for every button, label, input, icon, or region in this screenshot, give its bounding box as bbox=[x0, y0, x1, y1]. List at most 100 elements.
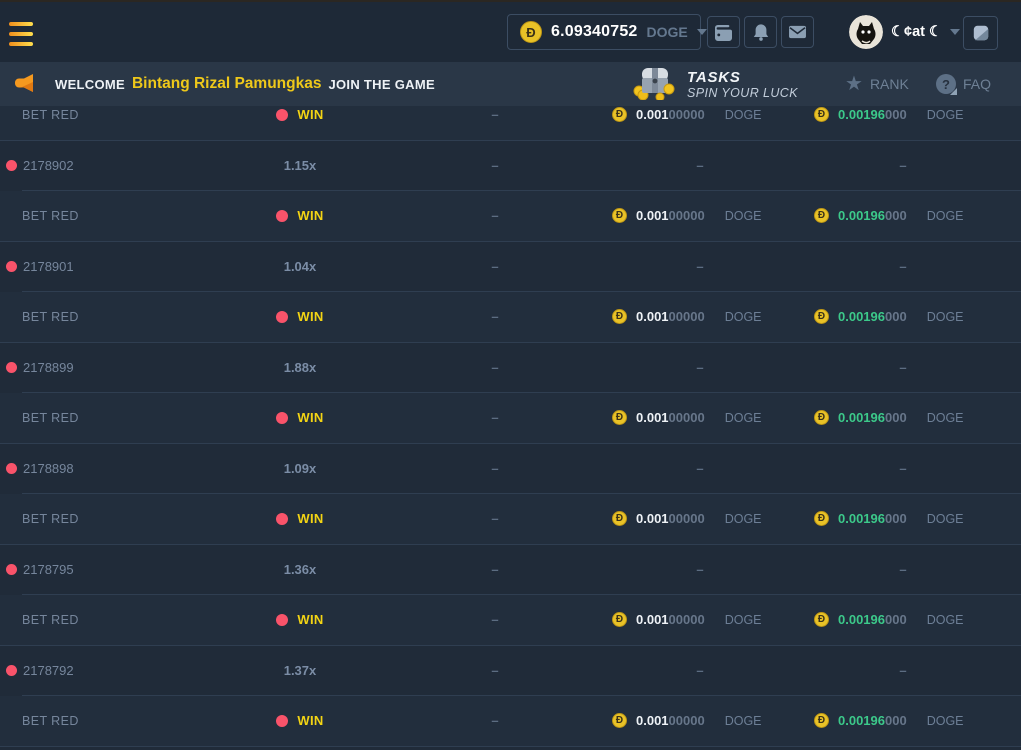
bet-label: BET RED bbox=[22, 411, 79, 425]
round-multiplier-cell: 1.36x bbox=[240, 562, 360, 577]
bets-table-viewport[interactable]: BET REDWIN–Đ0.00100000DOGEĐ0.00196000DOG… bbox=[0, 106, 1021, 750]
bet-label: BET RED bbox=[22, 310, 79, 324]
dash-placeholder: – bbox=[899, 158, 906, 173]
doge-coin-icon: Đ bbox=[814, 208, 829, 223]
welcome-message: WELCOME Bintang Rizal Pamungkas JOIN THE… bbox=[55, 62, 435, 106]
round-row[interactable]: 21787951.36x––– bbox=[0, 545, 1021, 595]
wallet-button[interactable] bbox=[707, 16, 740, 48]
chevron-down-icon bbox=[697, 29, 707, 35]
rank-link[interactable]: ★ RANK bbox=[845, 62, 909, 106]
dash-placeholder: – bbox=[491, 107, 498, 122]
amount-main: 0.00196 bbox=[838, 107, 885, 122]
envelope-icon bbox=[788, 24, 807, 40]
messages-button[interactable] bbox=[781, 16, 814, 48]
bet-label-cell: BET RED bbox=[0, 613, 240, 627]
round-row[interactable]: 21789011.04x––– bbox=[0, 242, 1021, 292]
empty-cell: – bbox=[360, 259, 600, 274]
bet-label: BET RED bbox=[22, 512, 79, 526]
amount-value: 0.00100000 bbox=[636, 511, 705, 526]
amount-value: 0.00100000 bbox=[636, 309, 705, 324]
amount-trailing-zeros: 00000 bbox=[669, 713, 705, 728]
dash-placeholder: – bbox=[491, 259, 498, 274]
user-menu[interactable]: ☾¢at ☾ bbox=[849, 15, 960, 49]
dash-placeholder: – bbox=[899, 562, 906, 577]
welcome-prefix: WELCOME bbox=[55, 77, 125, 92]
tasks-link[interactable]: TASKS SPIN YOUR LUCK bbox=[630, 64, 798, 104]
rank-label: RANK bbox=[870, 76, 909, 92]
amount-main: 0.001 bbox=[636, 410, 669, 425]
amount-trailing-zeros: 000 bbox=[885, 208, 907, 223]
wager-cell: Đ0.00100000DOGE bbox=[600, 107, 800, 122]
notifications-button[interactable] bbox=[744, 16, 777, 48]
bet-row[interactable]: BET REDWIN–Đ0.00100000DOGEĐ0.00196000DOG… bbox=[0, 696, 1021, 746]
support-chat-button[interactable] bbox=[963, 16, 998, 50]
amount-value: 0.00100000 bbox=[636, 208, 705, 223]
empty-cell: – bbox=[800, 259, 1021, 274]
doge-coin-icon: Đ bbox=[612, 309, 627, 324]
empty-cell: – bbox=[800, 562, 1021, 577]
doge-coin-icon: Đ bbox=[814, 511, 829, 526]
round-id-cell: 2178898 bbox=[0, 461, 240, 476]
payout-currency: DOGE bbox=[927, 108, 964, 122]
bet-row[interactable]: BET RED WIN–Đ0.00100000DOGEĐ0.00196000DOG… bbox=[0, 494, 1021, 544]
bet-row[interactable]: BET REDWIN–Đ0.00100000DOGEĐ0.00196000DOG… bbox=[0, 595, 1021, 645]
bet-row[interactable]: BET REDWIN–Đ0.00100000DOGEĐ0.00196000DOG… bbox=[0, 393, 1021, 443]
round-row[interactable]: 21789021.15x––– bbox=[0, 141, 1021, 191]
amount-value: 0.00196000 bbox=[838, 208, 907, 223]
amount-main: 0.001 bbox=[636, 612, 669, 627]
bet-row[interactable]: BET REDWIN–Đ0.00100000DOGEĐ0.00196000DOG… bbox=[0, 106, 1021, 140]
bet-result-cell: WIN bbox=[240, 511, 360, 526]
menu-button[interactable] bbox=[9, 22, 35, 46]
result-red-dot bbox=[276, 614, 288, 626]
bet-label: BET RED bbox=[22, 613, 79, 627]
faq-link[interactable]: ? FAQ bbox=[936, 62, 991, 106]
dash-placeholder: – bbox=[696, 663, 703, 678]
amount-trailing-zeros: 000 bbox=[885, 309, 907, 324]
result-red-dot bbox=[276, 412, 288, 424]
megaphone-icon bbox=[12, 71, 36, 100]
doge-coin-icon: Đ bbox=[612, 410, 627, 425]
empty-cell: – bbox=[360, 511, 600, 526]
empty-cell: – bbox=[800, 461, 1021, 476]
dash-placeholder: – bbox=[491, 562, 498, 577]
dash-placeholder: – bbox=[696, 461, 703, 476]
empty-cell: – bbox=[800, 158, 1021, 173]
dash-placeholder: – bbox=[491, 461, 498, 476]
faq-label: FAQ bbox=[963, 76, 991, 92]
balance-selector[interactable]: Đ 6.09340752 DOGE bbox=[507, 14, 701, 50]
amount-trailing-zeros: 00000 bbox=[669, 208, 705, 223]
doge-coin-icon: Đ bbox=[612, 713, 627, 728]
bet-label-cell: BET RED bbox=[0, 411, 240, 425]
bet-row[interactable]: BET REDWIN–Đ0.00100000DOGEĐ0.00196000DOG… bbox=[0, 191, 1021, 241]
doge-coin-icon: Đ bbox=[520, 21, 542, 43]
wager-cell: Đ0.00100000DOGE bbox=[600, 511, 800, 526]
round-id: 2178899 bbox=[23, 360, 74, 375]
round-row[interactable]: 2178898 1.09x – – – bbox=[0, 444, 1021, 494]
dash-placeholder: – bbox=[491, 713, 498, 728]
amount-trailing-zeros: 000 bbox=[885, 612, 907, 627]
bet-row[interactable]: BET REDWIN–Đ0.00100000DOGEĐ0.00196000DOG… bbox=[0, 292, 1021, 342]
amount-main: 0.001 bbox=[636, 208, 669, 223]
round-red-dot bbox=[6, 665, 17, 676]
bet-result-cell: WIN bbox=[240, 410, 360, 425]
round-row[interactable]: 21787921.37x––– bbox=[0, 646, 1021, 696]
empty-cell: – bbox=[360, 158, 600, 173]
bet-label-cell: BET RED bbox=[0, 714, 240, 728]
amount-trailing-zeros: 00000 bbox=[669, 309, 705, 324]
wager-cell: Đ0.00100000DOGE bbox=[600, 309, 800, 324]
empty-cell: – bbox=[600, 259, 800, 274]
empty-cell: – bbox=[360, 663, 600, 678]
round-multiplier: 1.09x bbox=[284, 461, 317, 476]
bet-result: WIN bbox=[297, 410, 323, 425]
round-multiplier-cell: 1.04x bbox=[240, 259, 360, 274]
payout-currency: DOGE bbox=[927, 310, 964, 324]
payout-cell: Đ0.00196000DOGE bbox=[800, 511, 1021, 526]
dash-placeholder: – bbox=[696, 360, 703, 375]
doge-coin-icon: Đ bbox=[814, 410, 829, 425]
bet-label-cell: BET RED bbox=[0, 310, 240, 324]
round-row[interactable]: 21788991.88x––– bbox=[0, 343, 1021, 393]
result-red-dot bbox=[276, 210, 288, 222]
round-id-cell: 2178795 bbox=[0, 562, 240, 577]
result-red-dot bbox=[276, 311, 288, 323]
wager-cell: Đ0.00100000DOGE bbox=[600, 410, 800, 425]
